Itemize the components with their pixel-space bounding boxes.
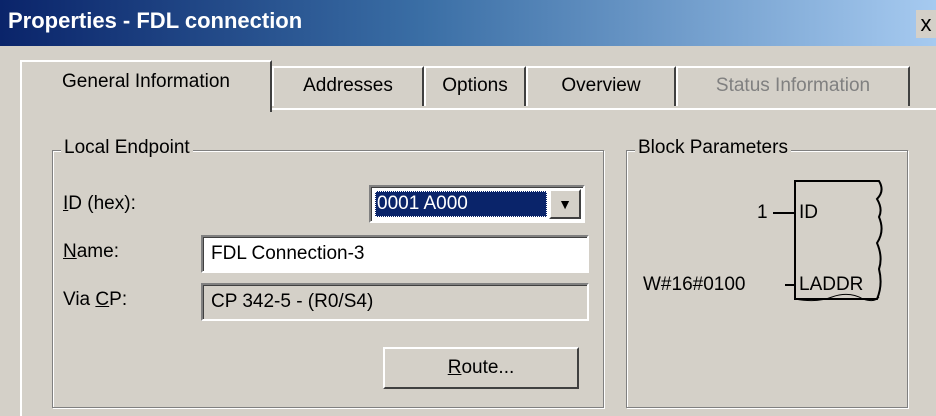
chevron-down-icon[interactable]: ▼	[549, 189, 581, 219]
route-button[interactable]: Route...	[383, 347, 579, 389]
local-endpoint-group: Local Endpoint ID (hex): 0001 A000 ▼ Nam…	[52, 137, 604, 408]
block-parameters-group: Block Parameters 1 ID W#16#0100 LADDR	[626, 137, 909, 409]
tab-label: Overview	[561, 75, 641, 96]
tab-strip: General Information Addresses Options Ov…	[0, 46, 936, 112]
tab-label: General Information	[62, 71, 230, 92]
local-endpoint-title: Local Endpoint	[61, 137, 193, 159]
id-combobox-value: 0001 A000	[375, 191, 547, 217]
tab-label: Options	[442, 75, 508, 96]
via-cp-label: Via CP:	[63, 289, 128, 310]
laddr-pin-label: LADDR	[799, 274, 864, 295]
via-cp-field: CP 342-5 - (R0/S4)	[201, 283, 589, 321]
block-diagram: 1 ID W#16#0100 LADDR	[627, 151, 909, 409]
close-button[interactable]: x	[916, 10, 936, 38]
id-combobox[interactable]: 0001 A000 ▼	[369, 185, 585, 223]
general-information-panel: Local Endpoint ID (hex): 0001 A000 ▼ Nam…	[20, 108, 936, 416]
tab-status-information[interactable]: Status Information	[676, 66, 910, 106]
laddr-param-value: W#16#0100	[643, 274, 746, 295]
tab-overview[interactable]: Overview	[526, 66, 676, 106]
tab-general-information[interactable]: General Information	[20, 60, 272, 112]
name-label: Name:	[63, 241, 119, 262]
id-pin-label: ID	[799, 202, 818, 223]
title-bar[interactable]: Properties - FDL connection x	[0, 0, 936, 46]
window-title: Properties - FDL connection	[8, 8, 303, 33]
id-param-value: 1	[757, 202, 768, 223]
tab-addresses[interactable]: Addresses	[272, 66, 424, 106]
close-icon: x	[920, 11, 932, 36]
name-input[interactable]: FDL Connection-3	[201, 235, 589, 273]
tab-label: Status Information	[715, 75, 871, 96]
tab-options[interactable]: Options	[424, 66, 526, 106]
id-label: ID (hex):	[63, 193, 136, 214]
tab-label: Addresses	[303, 75, 393, 96]
